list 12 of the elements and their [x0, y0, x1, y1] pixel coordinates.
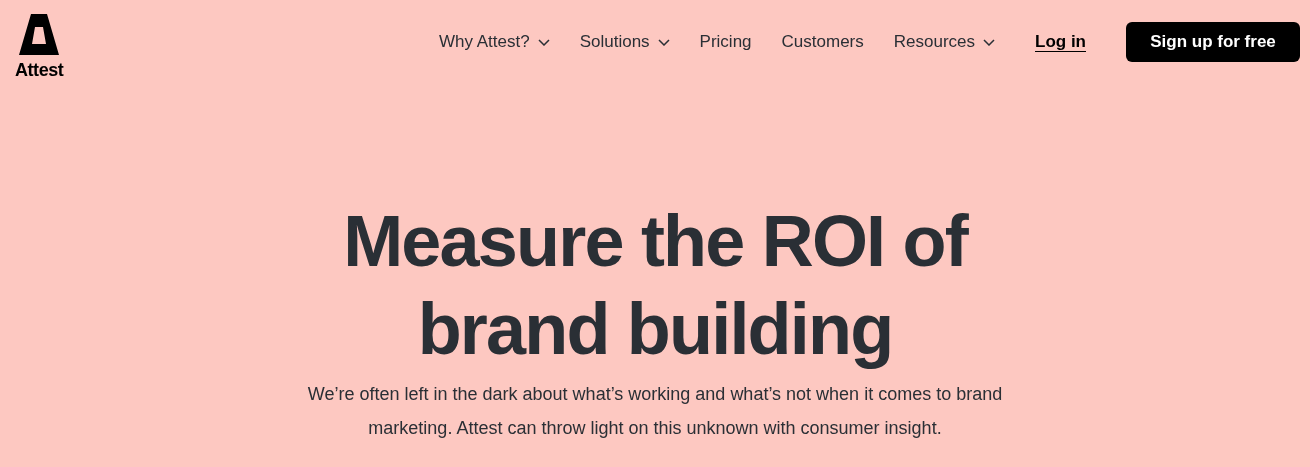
nav-link[interactable]: Customers: [781, 29, 864, 55]
nav-link[interactable]: Solutions: [579, 29, 670, 55]
signup-button[interactable]: Sign up for free: [1126, 22, 1300, 62]
attest-logo[interactable]: Attest: [15, 14, 64, 79]
nav-link[interactable]: Resources: [893, 29, 995, 55]
login-link[interactable]: Log in: [1035, 29, 1086, 55]
hero-subtitle: We’re often left in the dark about what’s working and what’s not when it comes to brand marketing. Attest can throw light on this unknown with consumer insight.: [306, 383, 1004, 440]
nav-link[interactable]: Pricing: [699, 29, 752, 55]
logo-triangle-icon: [19, 14, 60, 55]
logo-text: Attest: [15, 61, 64, 79]
nav-link[interactable]: Why Attest?: [438, 29, 550, 55]
hero-heading: Measure the ROI of brand building: [342, 200, 970, 371]
